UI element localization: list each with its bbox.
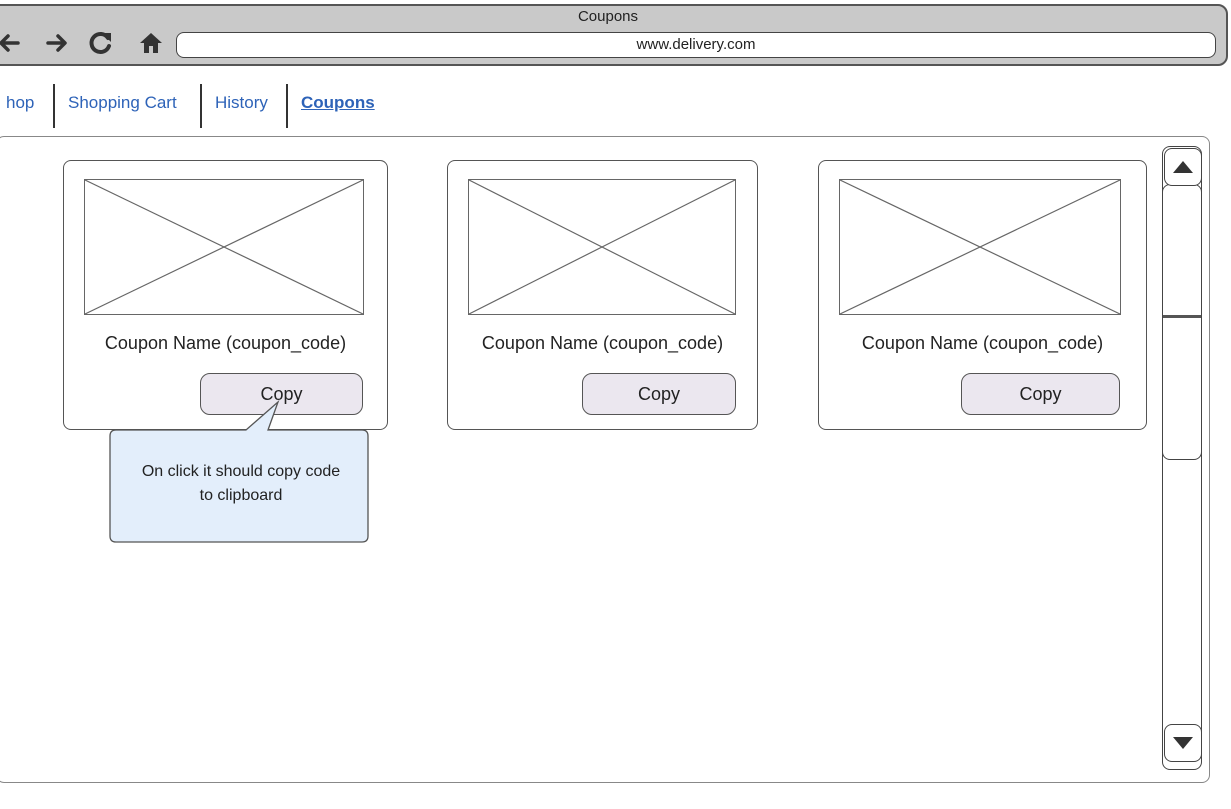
scroll-down-button[interactable] [1164, 724, 1202, 762]
coupon-name: Coupon Name (coupon_code) [481, 333, 724, 353]
coupon-name: Coupon Name (coupon_code) [104, 333, 347, 353]
scrollbar-thumb[interactable] [1162, 184, 1202, 460]
coupon-image-placeholder [468, 179, 736, 315]
callout-text: On click it should copy code to clipboar… [112, 460, 370, 508]
tab-shop[interactable]: hop [6, 84, 34, 128]
back-arrow-icon[interactable] [0, 26, 24, 60]
forward-arrow-icon[interactable] [42, 26, 72, 60]
copy-button[interactable]: Copy [961, 373, 1120, 415]
tab-divider [200, 84, 202, 128]
callout-line: to clipboard [199, 487, 283, 504]
home-icon[interactable] [136, 26, 166, 60]
coupon-image-placeholder [84, 179, 364, 315]
coupon-image-placeholder [839, 179, 1121, 315]
reload-icon[interactable] [86, 26, 116, 60]
coupon-name: Coupon Name (coupon_code) [861, 333, 1104, 353]
scrollbar-thumb-grip [1163, 315, 1201, 318]
tab-divider [53, 84, 55, 128]
coupon-card: Coupon Name (coupon_code) Copy [63, 160, 388, 430]
url-bar[interactable]: www.delivery.com [176, 32, 1216, 58]
triangle-up-icon [1173, 161, 1193, 173]
window-title: Coupons [577, 8, 639, 25]
tab-coupons[interactable]: Coupons [301, 84, 375, 128]
browser-window-bar: Coupons www.delivery.com [0, 4, 1228, 66]
coupon-card: Coupon Name (coupon_code) Copy [447, 160, 758, 430]
tab-divider [286, 84, 288, 128]
coupon-card: Coupon Name (coupon_code) Copy [818, 160, 1147, 430]
tab-shopping-cart[interactable]: Shopping Cart [68, 84, 177, 128]
scroll-up-button[interactable] [1164, 148, 1202, 186]
tab-history[interactable]: History [215, 84, 268, 128]
copy-button[interactable]: Copy [582, 373, 736, 415]
triangle-down-icon [1173, 737, 1193, 749]
callout-line: On click it should copy code [141, 463, 341, 480]
